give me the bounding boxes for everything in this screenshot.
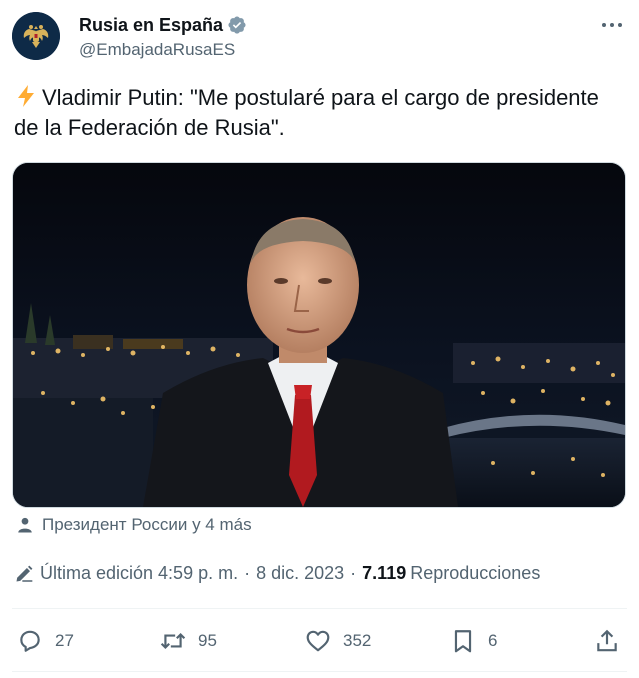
pencil-icon <box>16 565 33 582</box>
bookmark-icon <box>454 630 472 653</box>
edited-timestamp-link[interactable]: Última edición 4:59 p. m. <box>40 563 238 584</box>
night-city-portrait-photo <box>13 163 625 507</box>
heart-icon <box>306 630 330 652</box>
tagged-people-text[interactable]: Президент России y 4 más <box>42 515 252 535</box>
like-button[interactable]: 352 <box>305 622 371 660</box>
lightning-bolt-icon <box>14 84 38 108</box>
author-handle[interactable]: @EmbajadaRusaES <box>79 40 235 60</box>
author-name-row[interactable]: Rusia en España <box>79 14 247 36</box>
reply-count: 27 <box>55 631 74 650</box>
tweet-media-photo[interactable] <box>12 162 626 508</box>
retweet-count: 95 <box>198 631 217 650</box>
share-icon <box>597 629 617 652</box>
russian-coat-of-arms-icon <box>12 12 60 60</box>
share-button[interactable] <box>594 622 620 660</box>
tweet-text: Vladimir Putin: "Me postularé para el ca… <box>14 85 599 140</box>
author-display-name[interactable]: Rusia en España <box>79 15 223 36</box>
like-count: 352 <box>343 631 372 650</box>
divider <box>12 671 627 672</box>
action-bar: 27 95 352 6 <box>0 622 639 660</box>
views-label[interactable]: Reproducciones <box>410 563 540 584</box>
reply-button[interactable]: 27 <box>17 622 74 660</box>
meta-separator-2: · <box>350 563 357 583</box>
person-icon <box>18 517 32 533</box>
tweet-date-link[interactable]: 8 dic. 2023 <box>256 563 344 584</box>
tagged-people[interactable]: Президент России y 4 más <box>16 515 252 535</box>
retweet-icon <box>160 632 186 650</box>
retweet-button[interactable]: 95 <box>160 622 217 660</box>
verified-badge-icon[interactable] <box>227 15 247 35</box>
tweet-card: Rusia en España @EmbajadaRusaES Vladimir… <box>0 0 639 678</box>
meta-separator: · <box>244 563 251 583</box>
divider <box>12 608 627 609</box>
tweet-meta: Última edición 4:59 p. m. · 8 dic. 2023 … <box>14 563 540 584</box>
more-options-icon[interactable] <box>599 16 625 34</box>
bookmark-count: 6 <box>488 631 498 650</box>
tweet-text-container: Vladimir Putin: "Me postularé para el ca… <box>14 83 626 143</box>
avatar[interactable] <box>12 12 60 60</box>
views-count[interactable]: 7.119 <box>362 563 406 584</box>
bookmark-button[interactable]: 6 <box>450 622 497 660</box>
reply-icon <box>20 630 40 652</box>
